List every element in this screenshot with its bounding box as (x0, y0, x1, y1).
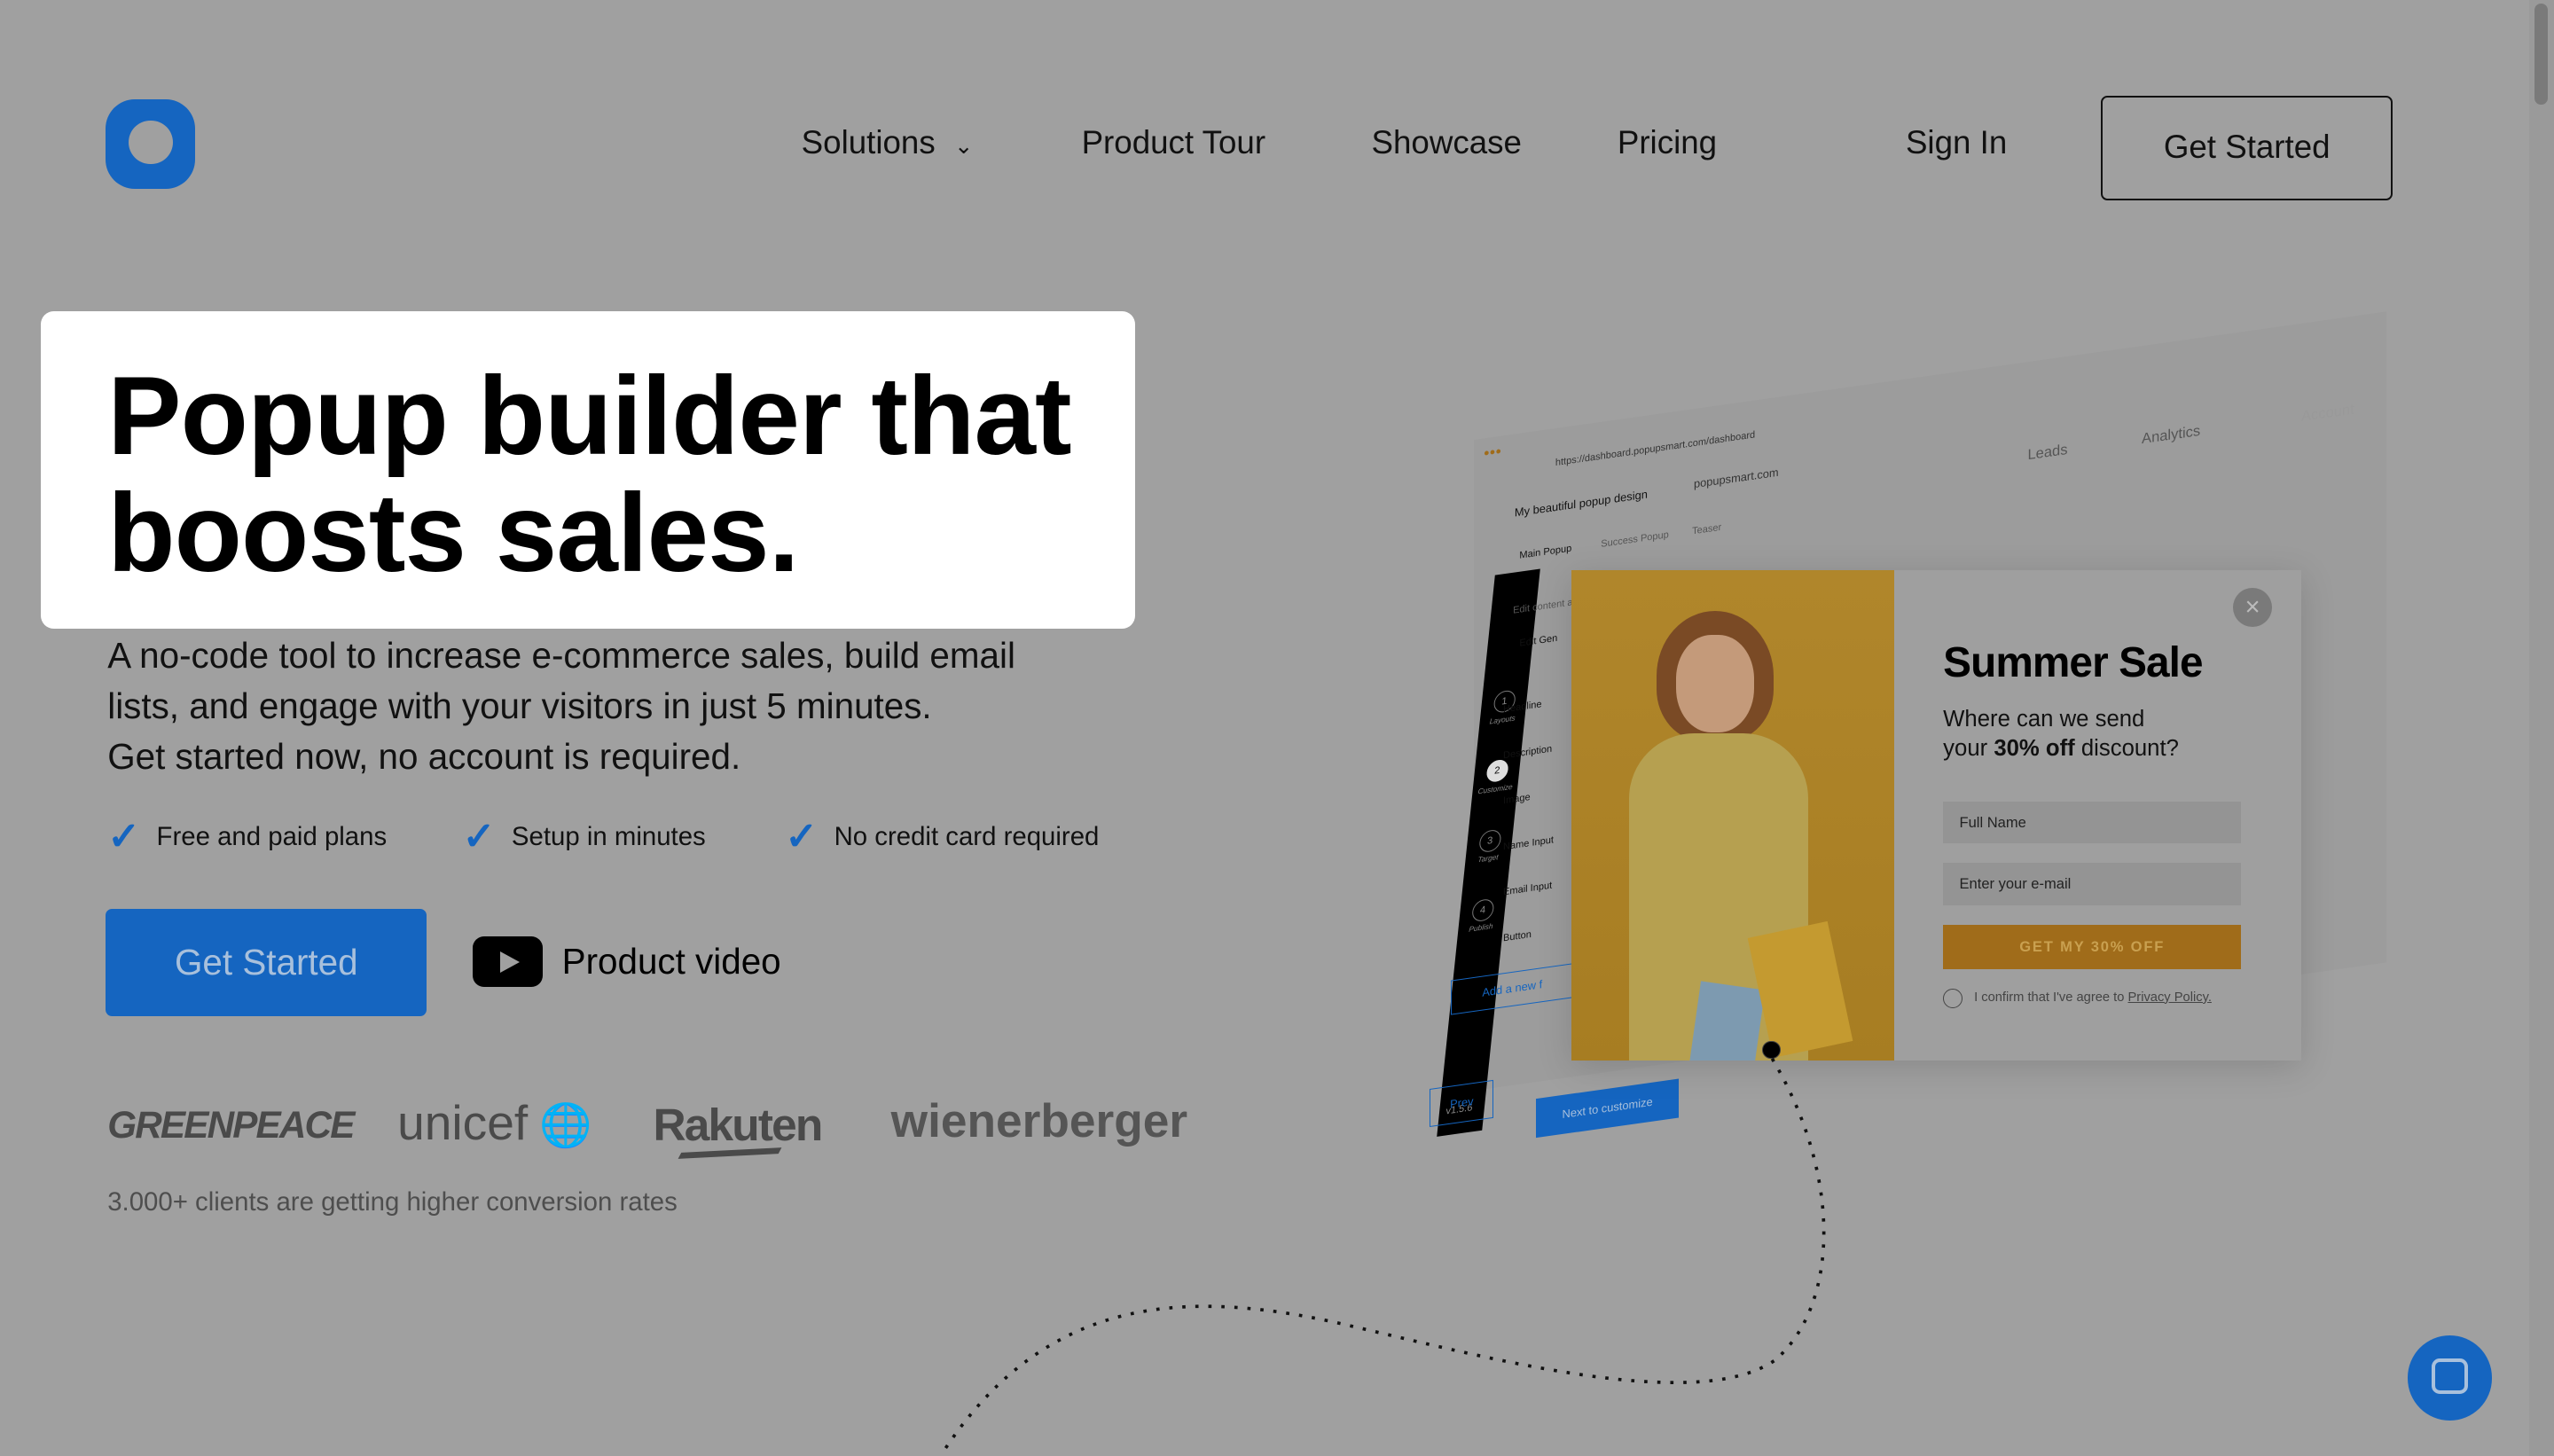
dashed-path (943, 1057, 1826, 1451)
chat-launcher-button[interactable] (2407, 1335, 2493, 1421)
scrollbar-thumb[interactable] (2534, 3, 2548, 105)
scrollbar[interactable] (2529, 0, 2554, 1456)
chat-icon (2432, 1358, 2468, 1395)
